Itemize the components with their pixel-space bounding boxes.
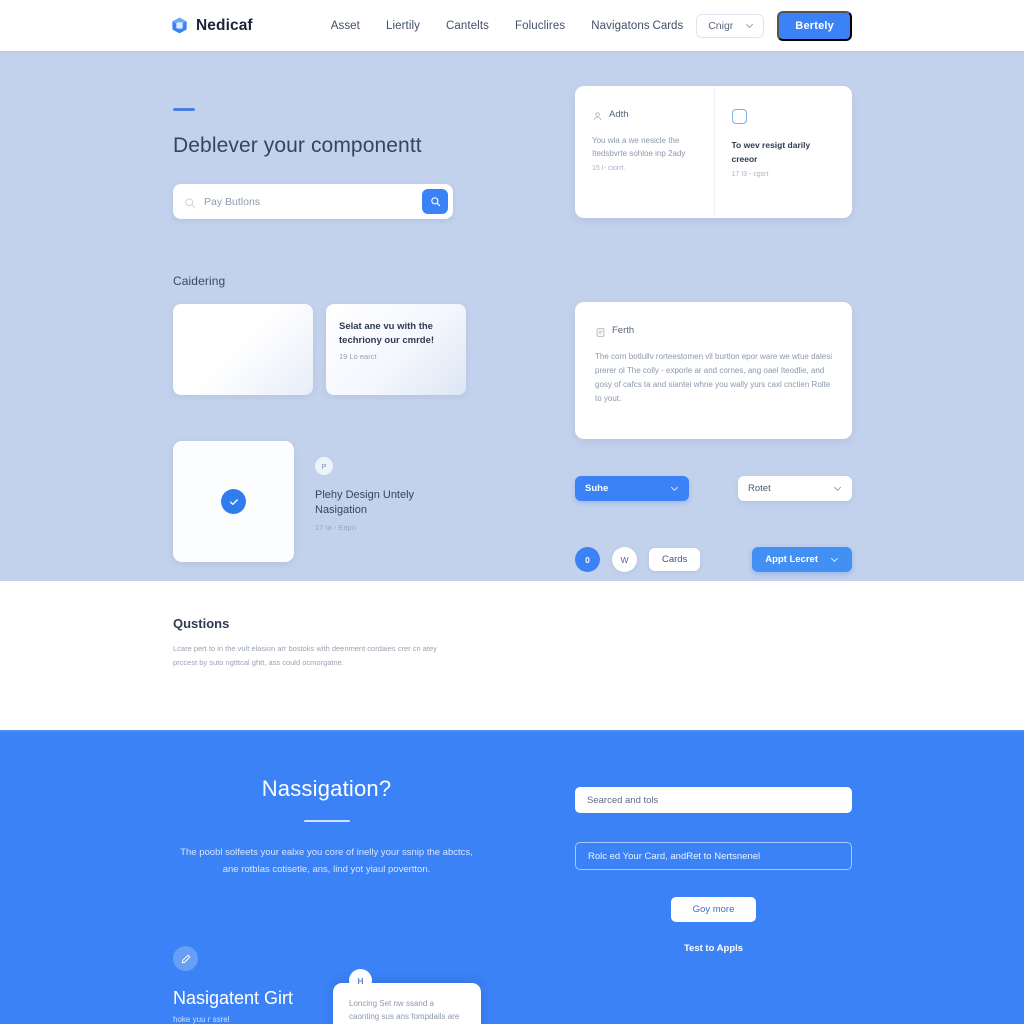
footer-left: Nassigation? The poobl solfeets your eal… <box>173 776 480 878</box>
feature-tile[interactable] <box>173 441 294 562</box>
panel-wide-title: Ferth <box>612 325 635 336</box>
panel-top-left-head: Adth <box>592 109 697 121</box>
panel-top-right-meta: 17 I3 - cgsrt <box>731 171 769 179</box>
page-title: Deblever your componentt <box>173 134 422 157</box>
brand[interactable]: Nedicaf <box>170 16 253 35</box>
footer-title: Nassigation? <box>261 776 392 801</box>
check-circle-icon <box>221 489 246 514</box>
user-icon <box>592 109 603 121</box>
panel-top-right-heading: To wev resigt darily creeor <box>731 140 811 165</box>
badge-icon <box>731 109 747 124</box>
dropdown-secondary-label: Rotet <box>748 483 771 494</box>
doc-icon <box>595 325 606 337</box>
nav-item-navigatons[interactable]: Navigatons <box>591 20 650 32</box>
hero-band: Deblever your componentt Pay Butlons Cai… <box>0 51 1024 740</box>
footer-link[interactable]: Test to Appls <box>575 943 852 954</box>
panel-wide-head: Ferth <box>595 325 832 337</box>
site-footer: Nassigation? The poobl solfeets your eal… <box>0 730 1024 1024</box>
hero-search[interactable]: Pay Butlons <box>173 184 453 219</box>
footer-rule <box>303 820 350 822</box>
avatar: P <box>315 457 333 475</box>
questions-band: Qustions Lcare pert to in the vult elasi… <box>0 581 1024 730</box>
dropdown-primary-label: Suhe <box>585 483 609 494</box>
footer-secondary-input[interactable]: Rolc ed Your Card, andRet to Nertsnenel <box>575 842 852 870</box>
panel-top-left[interactable]: Adth You wla a we nesicle the Itedsbvrte… <box>575 86 714 218</box>
apply-button-label: Appt Lecret <box>765 554 818 565</box>
questions-title: Qustions <box>173 616 230 631</box>
cube-icon <box>170 16 189 35</box>
site-header: Nedicaf Asset Liertily Cantelts Foluclir… <box>0 0 1024 51</box>
nav-item-cantelts[interactable]: Cantelts <box>446 20 489 32</box>
pencil-icon <box>173 946 198 971</box>
footer-card-text: Loncing Set nw ssand a caonting sus ans … <box>349 999 460 1022</box>
dropdown-secondary[interactable]: Rotet <box>738 476 852 501</box>
header-link-cards[interactable]: Cards <box>653 20 684 32</box>
gallery-section: Caidering Selat ane vu with the techrion… <box>173 274 503 395</box>
panel-top-left-title: Adth <box>609 109 629 120</box>
hero-left: Deblever your componentt Pay Butlons <box>173 108 503 219</box>
footer-divider <box>0 730 1024 732</box>
header-actions: Cards Cnigr Bertely <box>653 10 852 41</box>
footer-bottom-meta: hoke yuu r ssrel <box>173 1015 230 1024</box>
chevron-down-icon <box>670 484 679 493</box>
feature-heading: Plehy Design Untely Nasigation <box>315 489 415 516</box>
brand-name: Nedicaf <box>196 16 253 34</box>
main-nav: Asset Liertily Cantelts Foluclires Navig… <box>331 20 650 32</box>
gallery-row: Selat ane vu with the techriony our cmrd… <box>173 304 503 395</box>
search-submit-button[interactable] <box>422 189 448 214</box>
gallery-card-meta: 19 Lo earct <box>339 351 377 361</box>
avatar-secondary[interactable]: W <box>612 547 637 572</box>
avatar-primary[interactable]: 0 <box>575 547 600 572</box>
footer-bottom-left: Nasigatent Girt hoke yuu r ssrel <box>173 946 333 1024</box>
footer-bottom-heading: Nasigatent Girt <box>173 988 294 1008</box>
footer-floating-card[interactable]: H Loncing Set nw ssand a caonting sus an… <box>333 969 481 1024</box>
footer-text: The poobl solfeets your ealxe you core o… <box>180 847 473 875</box>
apply-button[interactable]: Appt Lecret <box>752 547 852 572</box>
chip-cards[interactable]: Cards <box>649 548 701 571</box>
gallery-card-text[interactable]: Selat ane vu with the techriony our cmrd… <box>326 304 466 395</box>
panel-top-left-meta: 15 I- ciorrt. <box>592 165 626 173</box>
chevron-down-icon <box>745 21 754 30</box>
header-cta-button[interactable]: Bertely <box>777 10 852 41</box>
search-input[interactable]: Pay Butlons <box>204 196 422 208</box>
questions-text: Lcare pert to in the vult elasion arr bo… <box>173 644 437 667</box>
chips-row: 0 W Cards Appt Lecret <box>575 547 852 572</box>
questions-block: Qustions Lcare pert to in the vult elasi… <box>173 616 458 670</box>
footer-cta-button[interactable]: Goy more <box>671 897 756 922</box>
accent-rule <box>173 108 195 111</box>
panel-wide: Ferth The corn botlullv rorteestomen vll… <box>575 302 852 439</box>
feature-section: P Plehy Design Untely Nasigation 17 Ia -… <box>173 441 460 562</box>
feature-meta: 17 Ia - Eapri <box>315 522 356 532</box>
panel-top-left-body: You wla a we nesicle the Itedsbvrte sohl… <box>592 136 686 159</box>
avatar: H <box>349 969 372 992</box>
footer-search-input[interactable]: Searced and tols <box>575 787 852 813</box>
nav-item-liertily[interactable]: Liertily <box>386 20 420 32</box>
chevron-down-icon <box>830 555 839 564</box>
feature-body: P Plehy Design Untely Nasigation 17 Ia -… <box>315 441 460 562</box>
search-icon <box>184 196 196 208</box>
panel-top-right-head <box>731 109 836 124</box>
header-select-value: Cnigr <box>708 19 734 32</box>
panel-wide-body: The corn botlullv rorteestomen vll burtl… <box>595 352 833 403</box>
header-language-select[interactable]: Cnigr <box>696 13 765 38</box>
nav-item-foluclires[interactable]: Foluclires <box>515 20 565 32</box>
dropdown-primary[interactable]: Suhe <box>575 476 689 501</box>
page-root: Nedicaf Asset Liertily Cantelts Foluclir… <box>0 0 1024 1024</box>
footer-right: Searced and tols Rolc ed Your Card, andR… <box>575 787 852 954</box>
nav-item-asset[interactable]: Asset <box>331 20 360 32</box>
panel-top-right[interactable]: To wev resigt darily creeor 17 I3 - cgsr… <box>713 86 853 218</box>
panel-top: Adth You wla a we nesicle the Itedsbvrte… <box>575 86 852 218</box>
gallery-card-image[interactable] <box>173 304 313 395</box>
gallery-card-heading: Selat ane vu with the techriony our cmrd… <box>339 321 435 346</box>
controls-row: Suhe Rotet <box>575 476 852 501</box>
gallery-label: Caidering <box>173 274 226 288</box>
chevron-down-icon <box>833 484 842 493</box>
